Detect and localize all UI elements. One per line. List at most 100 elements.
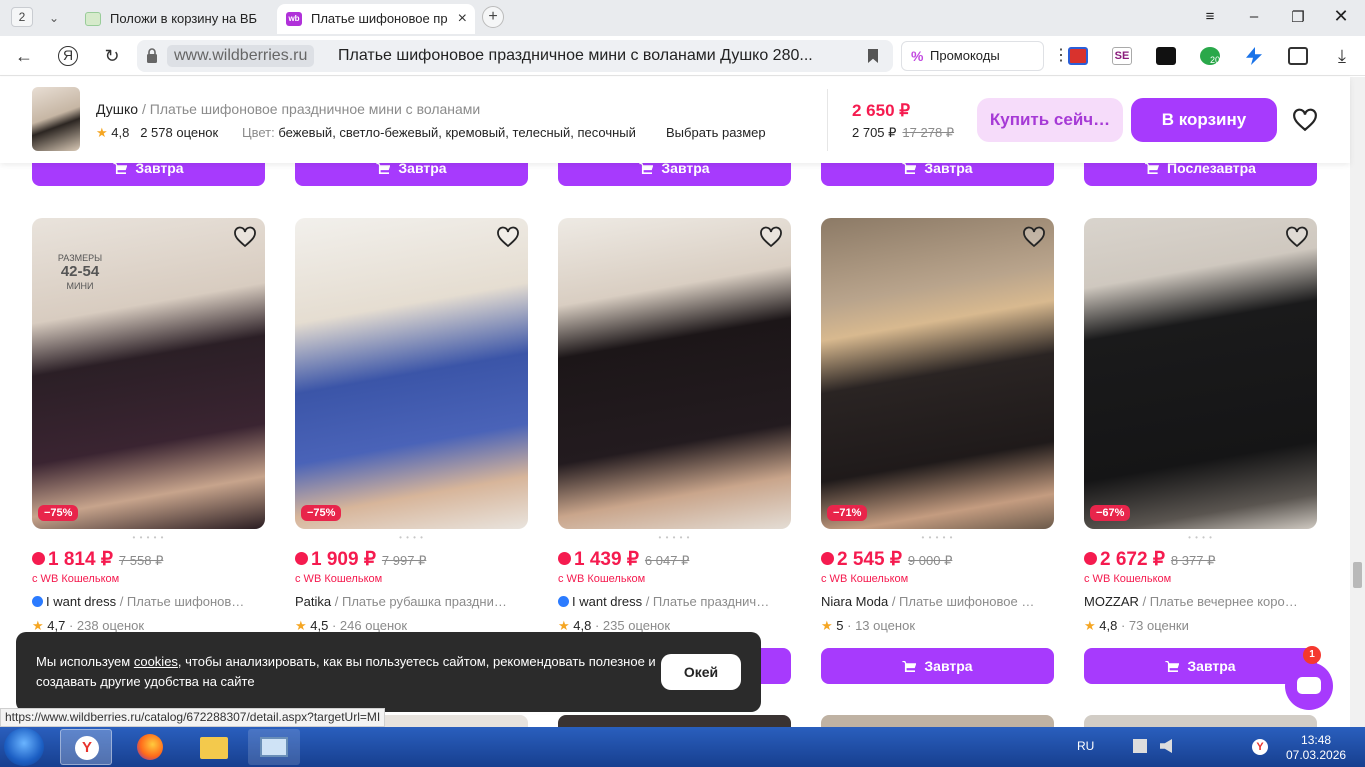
- image-pager[interactable]: • • • •: [295, 533, 528, 542]
- minimize-icon[interactable]: –: [1244, 8, 1264, 25]
- brand-name: MOZZAR: [1084, 594, 1139, 609]
- wallet-icon: [1084, 552, 1097, 565]
- restore-icon[interactable]: ❐: [1288, 8, 1308, 26]
- reviews-count: 246 оценок: [339, 618, 408, 633]
- rating-value: 5: [836, 618, 844, 633]
- product-image[interactable]: −71%: [821, 218, 1054, 529]
- star-icon: ★: [96, 125, 108, 140]
- close-tab-icon[interactable]: ×: [458, 4, 467, 34]
- tab-count-button[interactable]: 2: [11, 7, 33, 27]
- delivery-button[interactable]: Завтра: [1084, 648, 1317, 684]
- product-image-peek[interactable]: [558, 715, 791, 727]
- heart-icon[interactable]: [496, 226, 520, 248]
- product-desc: / Платье вечернее коро…: [1138, 594, 1298, 609]
- heart-icon[interactable]: [759, 226, 783, 248]
- wallet-note: с WB Кошельком: [32, 573, 120, 585]
- sb-ext-icon[interactable]: 20: [1200, 47, 1220, 65]
- start-button[interactable]: [4, 728, 44, 766]
- product-image[interactable]: РАЗМЕРЫ 42-54 МИНИ −75%: [32, 218, 265, 529]
- lightning-ext-icon[interactable]: [1246, 47, 1262, 65]
- current-price: 1 439 ₽: [574, 549, 639, 570]
- overlay-text: МИНИ: [66, 281, 94, 291]
- wallet-icon: [558, 552, 571, 565]
- omnibox[interactable]: www.wildberries.ru Платье шифоновое праз…: [137, 40, 893, 72]
- volume-icon[interactable]: [1160, 739, 1172, 753]
- select-size-link[interactable]: Выбрать размер: [666, 125, 766, 140]
- product-image-peek[interactable]: [821, 715, 1054, 727]
- bookmark-icon[interactable]: [868, 49, 878, 63]
- explorer-taskbar-icon[interactable]: [188, 729, 240, 765]
- cookie-text-part: Мы используем: [36, 654, 134, 669]
- image-pager[interactable]: • • • • •: [821, 533, 1054, 542]
- wallet-icon: [32, 552, 45, 565]
- remote-desktop-taskbar-icon[interactable]: [248, 729, 300, 765]
- image-pager[interactable]: • • • • •: [558, 533, 791, 542]
- reviews-count: 13 оценок: [855, 618, 916, 633]
- heart-icon[interactable]: [1292, 108, 1318, 132]
- network-icon[interactable]: [1133, 739, 1147, 753]
- reviews-count: 2 578 оценок: [140, 125, 219, 140]
- heart-icon[interactable]: [233, 226, 257, 248]
- folder-icon: [200, 737, 228, 759]
- chevron-down-icon[interactable]: ⌄: [42, 8, 66, 28]
- product-image-peek[interactable]: [1084, 715, 1317, 727]
- reload-icon[interactable]: ↻: [100, 45, 124, 67]
- language-indicator[interactable]: RU: [1077, 739, 1094, 753]
- discount-badge: −75%: [301, 505, 342, 521]
- product-name[interactable]: MOZZAR / Платье вечернее коро…: [1084, 594, 1317, 609]
- windows-taskbar: Y RU Y 13:48 07.03.2026: [0, 727, 1365, 767]
- back-icon[interactable]: ←: [12, 45, 36, 67]
- delivery-button[interactable]: Завтра: [821, 648, 1054, 684]
- cookie-ok-button[interactable]: Окей: [661, 654, 741, 690]
- add-to-cart-button[interactable]: В корзину: [1131, 98, 1277, 142]
- image-pager[interactable]: • • • • •: [32, 533, 265, 542]
- promo-codes-button[interactable]: % Промокоды ⋮: [901, 41, 1069, 71]
- tab-title: Положи в корзину на ВБ: [110, 11, 258, 26]
- image-pager[interactable]: • • • •: [1084, 533, 1317, 542]
- product-rating[interactable]: ★ 4,8 2 578 оценок: [96, 125, 218, 141]
- more-options-icon[interactable]: ⋮: [1053, 42, 1069, 70]
- w-ext-icon[interactable]: [1068, 47, 1088, 65]
- product-brand[interactable]: Душко: [96, 101, 138, 117]
- heart-icon[interactable]: [1285, 226, 1309, 248]
- scrollbar-track[interactable]: [1350, 77, 1365, 727]
- yandex-logo-icon[interactable]: Я: [58, 46, 78, 66]
- new-tab-button[interactable]: +: [482, 6, 504, 28]
- product-image[interactable]: −75%: [295, 218, 528, 529]
- cookie-text: Мы используем cookies, чтобы анализирова…: [36, 652, 656, 692]
- download-icon[interactable]: ⤓: [1332, 47, 1352, 65]
- product-name[interactable]: I want dress / Платье празднич…: [558, 594, 791, 609]
- clock[interactable]: 13:48 07.03.2026: [1286, 733, 1346, 763]
- lock-icon: [147, 48, 157, 63]
- tab-active[interactable]: wb Платье шифоновое пр ×: [277, 4, 475, 34]
- buy-now-button[interactable]: Купить сейч…: [977, 98, 1123, 142]
- tab-inactive[interactable]: Положи в корзину на ВБ: [76, 4, 272, 34]
- cookies-link[interactable]: cookies: [134, 654, 178, 669]
- cart-icon: [639, 163, 654, 174]
- url-domain: www.wildberries.ru: [167, 45, 315, 67]
- yandex-browser-taskbar-icon[interactable]: Y: [60, 729, 112, 765]
- product-name[interactable]: Patika / Платье рубашка праздни…: [295, 594, 528, 609]
- product-name[interactable]: Niara Moda / Платье шифоновое …: [821, 594, 1054, 609]
- chat-button[interactable]: 1: [1285, 646, 1333, 710]
- se-ext-icon[interactable]: SE: [1112, 47, 1132, 65]
- color-label: Цвет:: [242, 125, 275, 140]
- heart-icon[interactable]: [1022, 226, 1046, 248]
- menu-icon[interactable]: ≡: [1200, 8, 1220, 25]
- product-image[interactable]: −67%: [1084, 218, 1317, 529]
- discount-badge: −67%: [1090, 505, 1131, 521]
- yandex-tray-icon[interactable]: Y: [1252, 739, 1268, 755]
- firefox-taskbar-icon[interactable]: [124, 729, 176, 765]
- color-values: бежевый, светло-бежевый, кремовый, телес…: [278, 125, 636, 140]
- brand-name: Niara Moda: [821, 594, 889, 609]
- price-row: 1 909 ₽ 7 997 ₽: [295, 548, 426, 571]
- bw-ext-icon[interactable]: [1156, 47, 1176, 65]
- scrollbar-thumb[interactable]: [1353, 562, 1362, 588]
- product-name[interactable]: I want dress / Платье шифонов…: [32, 594, 265, 609]
- cookie-banner: Мы используем cookies, чтобы анализирова…: [16, 632, 761, 712]
- close-window-icon[interactable]: ✕: [1331, 6, 1351, 27]
- cart-icon: [902, 661, 917, 672]
- puzzle-ext-icon[interactable]: [1288, 47, 1308, 65]
- product-thumbnail[interactable]: [32, 87, 80, 151]
- product-image[interactable]: [558, 218, 791, 529]
